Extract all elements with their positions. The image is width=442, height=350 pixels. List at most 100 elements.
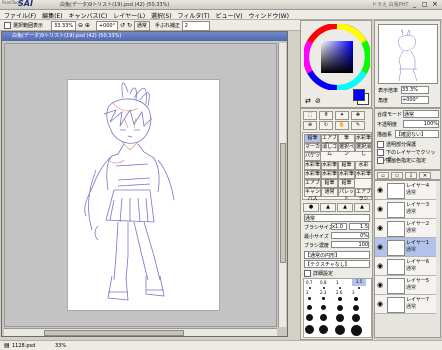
tool-custom-14[interactable]: パレット xyxy=(338,188,355,202)
detail-settings-option[interactable]: 詳細設定 xyxy=(304,270,333,277)
layer-item-selected[interactable]: ◉ レイヤー1 通常 xyxy=(375,238,436,257)
stabilizer-select[interactable]: 2 xyxy=(181,21,210,31)
eye-icon[interactable]: ◉ xyxy=(377,262,383,270)
tool-select-eraser[interactable]: 選択消し xyxy=(355,143,372,157)
menu-edit[interactable]: 編集(E) xyxy=(42,11,62,20)
tool-custom-7[interactable]: 水彩筆 xyxy=(338,170,355,179)
tip-wide-icon[interactable]: ▲ xyxy=(354,203,370,212)
tool-custom-2[interactable]: 水彩筆 xyxy=(321,161,338,170)
brush-size-multiplier[interactable]: x1.0 xyxy=(331,223,347,230)
size-preset-dot[interactable] xyxy=(354,297,358,301)
opacity-field[interactable]: 100% xyxy=(403,120,439,128)
rotate-right-icon[interactable]: ↻ xyxy=(127,22,132,29)
normal-view-button[interactable]: 通常 xyxy=(133,21,150,31)
tool-custom-8[interactable]: 水彩筆 xyxy=(355,170,372,179)
nav-zoom-field[interactable]: 33.3% xyxy=(401,86,429,94)
blend-mode-select[interactable]: 通常 xyxy=(403,110,439,118)
size-preset-dot[interactable] xyxy=(321,305,326,310)
tool-custom-6[interactable]: 水彩筆 xyxy=(321,170,338,179)
layer-item[interactable]: ◉ レイヤー7 通常 xyxy=(375,295,436,314)
eye-icon[interactable]: ◉ xyxy=(377,224,383,232)
eye-icon[interactable]: ◉ xyxy=(377,205,383,213)
size-preset-dot[interactable] xyxy=(320,314,327,321)
menu-select[interactable]: 選択(S) xyxy=(151,11,172,20)
tip-circle-icon[interactable]: ● xyxy=(303,203,319,212)
navigator-preview[interactable] xyxy=(378,24,438,84)
menu-file[interactable]: ファイル(F) xyxy=(4,11,36,20)
selection-visible-toggle[interactable]: 選択範囲表示 xyxy=(4,22,43,29)
clipping-checkbox[interactable] xyxy=(377,149,384,156)
tool-custom-9[interactable]: エアブラシ xyxy=(304,179,321,193)
size-preset-dot[interactable] xyxy=(319,325,328,334)
layer-item[interactable]: ◉ レイヤー5 通常 xyxy=(375,276,436,295)
size-preset-dot[interactable] xyxy=(352,314,360,322)
tip-flat-icon[interactable]: ▲ xyxy=(337,203,353,212)
menu-filter[interactable]: フィルタ(T) xyxy=(177,11,209,20)
menu-canvas[interactable]: キャンバス(C) xyxy=(68,11,107,20)
angle-field[interactable]: +000° xyxy=(95,21,119,31)
brush-shape-select[interactable]: 【通常の円形】 xyxy=(304,251,370,259)
size-preset-dot[interactable] xyxy=(351,325,362,336)
move-tool-icon[interactable]: ✥ xyxy=(351,111,365,120)
tool-pencil[interactable]: 鉛筆 xyxy=(304,134,321,143)
tool-bucket[interactable]: バケツ xyxy=(304,152,321,161)
size-preset-dot[interactable] xyxy=(336,314,344,322)
horizontal-scroll-thumb[interactable] xyxy=(44,330,184,336)
eye-icon[interactable]: ◉ xyxy=(377,186,383,194)
rotate-left-icon[interactable]: ↺ xyxy=(120,22,125,29)
detail-settings-checkbox[interactable] xyxy=(304,270,311,277)
size-preset-dot[interactable] xyxy=(358,287,360,289)
zoom-field[interactable]: 33.33% xyxy=(50,21,77,31)
size-preset-dot[interactable] xyxy=(307,305,312,310)
size-preset-dot[interactable] xyxy=(337,305,343,311)
size-preset-dot[interactable] xyxy=(308,297,311,300)
menu-view[interactable]: ビュー(V) xyxy=(216,11,243,20)
tool-custom-3[interactable]: 鉛筆 xyxy=(338,161,355,170)
foreground-color-swatch[interactable] xyxy=(353,89,365,101)
tool-brush[interactable]: 筆 xyxy=(338,134,355,143)
magic-wand-icon[interactable]: ✦ xyxy=(335,111,349,120)
eye-icon[interactable]: ◉ xyxy=(377,281,383,289)
eye-icon[interactable]: ◉ xyxy=(377,300,383,308)
layer-item[interactable]: ◉ レイヤー4 通常 xyxy=(375,181,436,200)
zoom-tool-icon[interactable]: ⊕ xyxy=(303,121,317,130)
merge-down-icon[interactable]: ⇩ xyxy=(405,172,417,179)
transparent-color-icon[interactable]: ⊘ xyxy=(315,97,321,105)
menu-window[interactable]: ウィンドウ(W) xyxy=(248,11,289,20)
tool-custom-5[interactable]: 水彩筆 xyxy=(304,170,321,179)
tool-custom-13[interactable]: 通常 xyxy=(321,188,338,197)
canvas-paper[interactable] xyxy=(67,79,220,311)
tool-custom-4[interactable]: 水彩 xyxy=(355,161,372,170)
protect-select[interactable]: 【確認ない】 xyxy=(395,130,439,138)
size-preset-dot[interactable] xyxy=(305,325,314,334)
delete-layer-icon[interactable]: ✕ xyxy=(419,172,431,179)
tool-select-pen[interactable]: 選択ペン xyxy=(338,143,355,157)
min-size-value[interactable]: 0% xyxy=(331,232,369,239)
size-preset-dot[interactable] xyxy=(306,314,313,321)
brush-size-value[interactable]: 1.5 xyxy=(349,223,369,230)
eyedropper-tool-icon[interactable]: ✎ xyxy=(351,121,365,130)
tool-custom-10[interactable]: 鉛筆 xyxy=(321,179,338,188)
tool-custom-12[interactable]: キャンバス xyxy=(304,188,321,202)
new-layer-icon[interactable]: ▫ xyxy=(377,172,389,179)
tool-marker[interactable]: マーカー xyxy=(304,143,321,157)
size-preset-dot[interactable] xyxy=(335,325,345,335)
density-value[interactable]: 100 xyxy=(331,241,369,248)
new-folder-icon[interactable]: ▭ xyxy=(391,172,403,179)
layer-item[interactable]: ◉ レイヤー2 通常 xyxy=(375,219,436,238)
selection-source-checkbox[interactable] xyxy=(377,157,384,164)
tool-eraser[interactable]: 消しゴム xyxy=(321,143,338,157)
size-preset-dot[interactable] xyxy=(323,287,325,289)
layer-item[interactable]: ◉ レイヤー6 通常 xyxy=(375,257,436,276)
tip-soft-icon[interactable]: ▲ xyxy=(320,203,336,212)
tool-custom-1[interactable]: 水彩筆 xyxy=(304,161,321,170)
selection-source-option[interactable]: 描画色指定に指定 xyxy=(377,157,426,164)
horizontal-scrollbar[interactable] xyxy=(4,328,277,336)
brush-texture-select[interactable]: 【テクスチャなし】 xyxy=(304,260,370,268)
lasso-tool-icon[interactable]: ϑ xyxy=(319,111,333,120)
preserve-opacity-checkbox[interactable] xyxy=(377,141,384,148)
hand-tool-icon[interactable]: ✋ xyxy=(335,121,349,130)
zoom-out-icon[interactable]: ⊖ xyxy=(78,22,83,29)
brush-mode-select[interactable]: 通常 xyxy=(304,214,370,222)
preserve-opacity-option[interactable]: 透明部分保護 xyxy=(377,141,416,148)
